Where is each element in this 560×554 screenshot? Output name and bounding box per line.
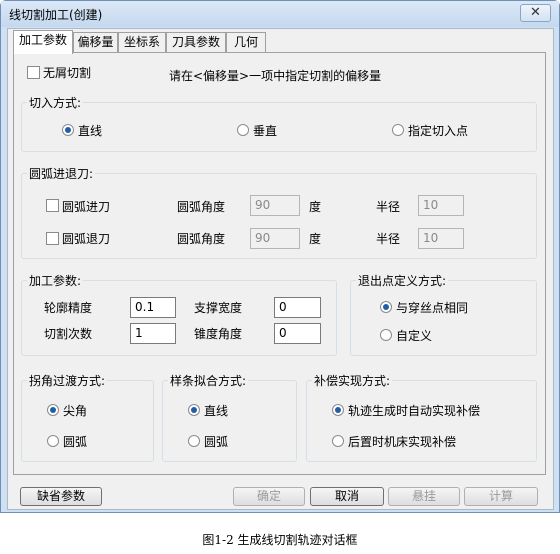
- tab-machining-params[interactable]: 加工参数: [13, 30, 73, 54]
- tab-geometry[interactable]: 几何: [226, 32, 266, 53]
- defaults-button[interactable]: 缺省参数: [20, 487, 102, 506]
- arc-in-checkbox[interactable]: [46, 199, 59, 212]
- title-bar: 线切割加工(创建) ✕: [1, 1, 559, 27]
- corner-sharp-label: 尖角: [63, 404, 88, 418]
- arc-in-degree-unit: 度: [309, 200, 322, 214]
- arc-out-angle-label: 圆弧角度: [177, 232, 226, 246]
- support-width-label: 支撑宽度: [194, 301, 243, 315]
- calculate-button[interactable]: 计算: [464, 487, 538, 506]
- cut-count-label: 切割次数: [44, 327, 93, 341]
- compensation-post-radio[interactable]: [332, 435, 344, 447]
- compensation-title: 补偿实现方式:: [312, 374, 393, 388]
- compensation-auto-radio[interactable]: [332, 404, 344, 416]
- arc-in-radius-input[interactable]: 10: [418, 195, 464, 216]
- contour-precision-label: 轮廓精度: [44, 301, 93, 315]
- compensation-post-label: 后置时机床实现补偿: [348, 435, 457, 449]
- corner-transition-group: [21, 380, 154, 462]
- compensation-group: [306, 380, 537, 462]
- no-chip-cut-checkbox[interactable]: [27, 66, 40, 79]
- exit-point-title: 退出点定义方式:: [356, 274, 449, 288]
- arc-out-radius-label: 半径: [376, 232, 401, 246]
- tab-coordinate-system[interactable]: 坐标系: [118, 32, 166, 53]
- arc-in-radius-label: 半径: [376, 200, 401, 214]
- cut-in-point-radio[interactable]: [392, 124, 404, 136]
- arc-out-label: 圆弧退刀: [62, 232, 111, 246]
- cut-in-line-label: 直线: [78, 124, 103, 138]
- compensation-auto-label: 轨迹生成时自动实现补偿: [348, 404, 481, 418]
- tab-offset[interactable]: 偏移量: [73, 32, 118, 53]
- ok-button[interactable]: 确定: [233, 487, 305, 506]
- exit-same-as-thread-label: 与穿丝点相同: [396, 301, 469, 315]
- arc-title: 圆弧进退刀:: [27, 167, 96, 181]
- corner-sharp-radio[interactable]: [47, 404, 59, 416]
- spline-fit-group: [162, 380, 297, 462]
- cut-in-vertical-label: 垂直: [253, 124, 278, 138]
- tab-tool-params[interactable]: 刀具参数: [166, 32, 226, 53]
- machining-params-group: [21, 280, 337, 356]
- spline-arc-radio[interactable]: [188, 435, 200, 447]
- no-chip-cut-label: 无屑切割: [43, 66, 92, 80]
- contour-precision-input[interactable]: 0.1: [130, 297, 176, 318]
- cancel-button[interactable]: 取消: [310, 487, 384, 506]
- exit-same-as-thread-radio[interactable]: [380, 301, 392, 313]
- cut-in-point-label: 指定切入点: [408, 124, 469, 138]
- suspend-button[interactable]: 悬挂: [388, 487, 460, 506]
- machining-params-title: 加工参数:: [27, 274, 84, 288]
- exit-custom-label: 自定义: [396, 329, 433, 343]
- close-button[interactable]: ✕: [520, 4, 551, 22]
- arc-in-angle-input[interactable]: 90: [250, 195, 300, 216]
- cut-in-line-radio[interactable]: [62, 124, 74, 136]
- spline-fit-title: 样条拟合方式:: [168, 374, 249, 388]
- taper-angle-label: 锥度角度: [194, 327, 243, 341]
- corner-transition-title: 拐角过渡方式:: [27, 374, 108, 388]
- arc-out-degree-unit: 度: [309, 232, 322, 246]
- corner-arc-radio[interactable]: [47, 435, 59, 447]
- arc-in-label: 圆弧进刀: [62, 200, 111, 214]
- taper-angle-input[interactable]: 0: [274, 323, 321, 344]
- cut-in-vertical-radio[interactable]: [237, 124, 249, 136]
- exit-custom-radio[interactable]: [380, 329, 392, 341]
- arc-out-checkbox[interactable]: [46, 232, 59, 245]
- figure-caption: 图1-2 生成线切割轨迹对话框: [202, 533, 358, 547]
- spline-line-radio[interactable]: [188, 404, 200, 416]
- arc-out-angle-input[interactable]: 90: [250, 228, 300, 249]
- exit-point-group: [350, 280, 537, 356]
- support-width-input[interactable]: 0: [274, 297, 321, 318]
- arc-in-angle-label: 圆弧角度: [177, 200, 226, 214]
- cut-in-title: 切入方式:: [27, 96, 84, 110]
- corner-arc-label: 圆弧: [63, 435, 88, 449]
- spline-arc-label: 圆弧: [204, 435, 229, 449]
- window-title: 线切割加工(创建): [9, 8, 103, 22]
- spline-line-label: 直线: [204, 404, 229, 418]
- cut-count-input[interactable]: 1: [130, 323, 176, 344]
- offset-hint-text: 请在<偏移量>一项中指定切割的偏移量: [169, 69, 382, 83]
- arc-out-radius-input[interactable]: 10: [418, 228, 464, 249]
